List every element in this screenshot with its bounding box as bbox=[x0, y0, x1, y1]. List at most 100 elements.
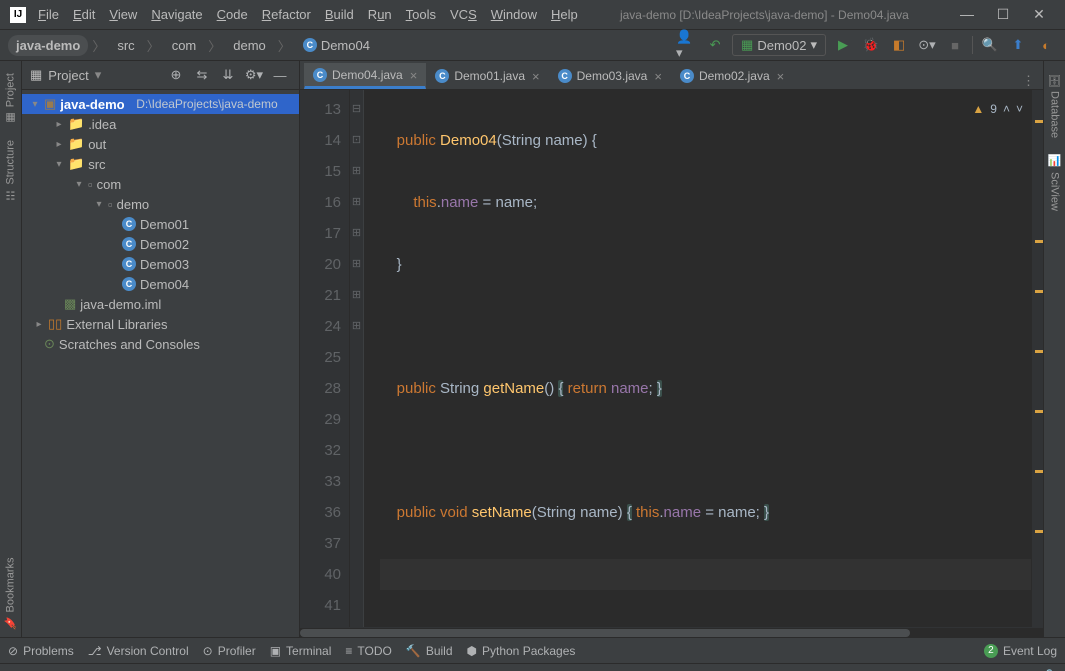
tool-build[interactable]: 🔨Build bbox=[406, 644, 453, 658]
project-panel-icon: ▦ bbox=[30, 67, 42, 83]
tree-file-demo02[interactable]: CDemo02 bbox=[22, 234, 299, 254]
class-icon: C bbox=[303, 38, 317, 52]
tool-problems[interactable]: ⊘Problems bbox=[8, 644, 74, 658]
close-button[interactable]: ✕ bbox=[1025, 6, 1053, 23]
code-editor[interactable]: 13141516 17202124 25282932 33363740 41 ⊟… bbox=[300, 90, 1043, 627]
tree-external-libs[interactable]: ▸▯▯External Libraries bbox=[22, 314, 299, 334]
tab-demo01[interactable]: CDemo01.java× bbox=[426, 63, 548, 89]
bottom-tool-bar: ⊘Problems ⎇Version Control ⊙Profiler ▣Te… bbox=[0, 637, 1065, 663]
select-opened-file-icon[interactable]: ⊕ bbox=[165, 64, 187, 86]
user-icon[interactable]: 👤▾ bbox=[676, 34, 698, 56]
tree-file-demo03[interactable]: CDemo03 bbox=[22, 254, 299, 274]
breadcrumb: java-demo 〉 src 〉 com 〉 demo 〉 CDemo04 bbox=[8, 35, 378, 56]
package-icon: ▫ bbox=[108, 197, 113, 212]
class-icon: C bbox=[313, 68, 327, 82]
debug-button[interactable]: 🐞 bbox=[860, 34, 882, 56]
tree-file-demo04[interactable]: CDemo04 bbox=[22, 274, 299, 294]
expand-all-icon[interactable]: ⇆ bbox=[191, 64, 213, 86]
tree-com[interactable]: ▾▫com bbox=[22, 174, 299, 194]
coverage-icon[interactable]: ◧ bbox=[888, 34, 910, 56]
close-icon[interactable]: × bbox=[410, 68, 418, 83]
chevron-down-icon[interactable]: ˅ bbox=[1016, 94, 1023, 125]
profile-icon[interactable]: ⊙▾ bbox=[916, 34, 938, 56]
tab-demo03[interactable]: CDemo03.java× bbox=[549, 63, 671, 89]
inspection-summary[interactable]: ▲9 ˄˅ bbox=[972, 94, 1023, 125]
class-icon: C bbox=[122, 277, 136, 291]
ide-settings-icon[interactable]: ◐ bbox=[1035, 34, 1057, 56]
code-content[interactable]: public Demo04(String name) { this.name =… bbox=[364, 90, 1031, 627]
breadcrumb-project[interactable]: java-demo bbox=[8, 35, 88, 56]
tool-vcs[interactable]: ⎇Version Control bbox=[88, 644, 189, 658]
main-menu: File Edit View Navigate Code Refactor Bu… bbox=[32, 3, 584, 26]
tree-iml[interactable]: ▩java-demo.iml bbox=[22, 294, 299, 314]
left-tab-structure[interactable]: ☷Structure bbox=[2, 132, 19, 210]
project-view-select[interactable]: ▦Project▾ bbox=[30, 67, 159, 83]
menu-refactor[interactable]: Refactor bbox=[256, 3, 317, 26]
breadcrumb-src[interactable]: src bbox=[109, 35, 142, 56]
class-icon: C bbox=[558, 69, 572, 83]
tree-demo[interactable]: ▾▫demo bbox=[22, 194, 299, 214]
search-icon[interactable]: 🔍 bbox=[979, 34, 1001, 56]
scratch-icon: ⊙ bbox=[44, 336, 55, 352]
tree-idea[interactable]: ▸📁.idea bbox=[22, 114, 299, 134]
tree-scratches[interactable]: ⊙Scratches and Consoles bbox=[22, 334, 299, 354]
right-tab-database[interactable]: 🗄Database bbox=[1046, 65, 1063, 146]
tree-root[interactable]: ▾▣java-demo D:\IdeaProjects\java-demo bbox=[22, 94, 299, 114]
database-icon: 🗄 bbox=[1048, 73, 1061, 87]
tab-demo04[interactable]: CDemo04.java× bbox=[304, 63, 426, 89]
vcs-icon: ⎇ bbox=[88, 644, 102, 658]
error-stripe[interactable] bbox=[1031, 90, 1043, 627]
class-icon: C bbox=[122, 217, 136, 231]
menu-edit[interactable]: Edit bbox=[67, 3, 101, 26]
right-tab-sciview[interactable]: 📊SciView bbox=[1046, 146, 1063, 218]
run-button[interactable]: ▶ bbox=[832, 34, 854, 56]
menu-view[interactable]: View bbox=[103, 3, 143, 26]
tool-todo[interactable]: ≡TODO bbox=[345, 644, 391, 658]
tree-src[interactable]: ▾📁src bbox=[22, 154, 299, 174]
tool-python-packages[interactable]: ⬢Python Packages bbox=[467, 644, 576, 658]
tree-file-demo01[interactable]: CDemo01 bbox=[22, 214, 299, 234]
tool-profiler[interactable]: ⊙Profiler bbox=[203, 644, 256, 658]
status-bar: ⧉ Localized IntelliJ IDEA 2021.3.3 is av… bbox=[0, 663, 1065, 671]
tab-demo02[interactable]: CDemo02.java× bbox=[671, 63, 793, 89]
settings-gear-icon[interactable]: ⚙▾ bbox=[243, 64, 265, 86]
collapse-all-icon[interactable]: ⇊ bbox=[217, 64, 239, 86]
menu-vcs[interactable]: VCS bbox=[444, 3, 483, 26]
tree-out[interactable]: ▸📁out bbox=[22, 134, 299, 154]
tool-event-log[interactable]: 2Event Log bbox=[984, 644, 1057, 658]
run-config-select[interactable]: ▦Demo02▾ bbox=[732, 34, 826, 56]
horizontal-scrollbar[interactable] bbox=[300, 627, 1043, 637]
editor-area: CDemo04.java× CDemo01.java× CDemo03.java… bbox=[300, 61, 1043, 637]
menu-code[interactable]: Code bbox=[211, 3, 254, 26]
left-tab-project[interactable]: ▦Project bbox=[2, 65, 19, 132]
back-arrow-icon[interactable]: ↶ bbox=[704, 34, 726, 56]
menu-build[interactable]: Build bbox=[319, 3, 360, 26]
left-tab-bookmarks[interactable]: 🔖Bookmarks bbox=[2, 549, 19, 637]
close-icon[interactable]: × bbox=[532, 69, 540, 84]
menu-run[interactable]: Run bbox=[362, 3, 398, 26]
project-tree[interactable]: ▾▣java-demo D:\IdeaProjects\java-demo ▸📁… bbox=[22, 90, 299, 637]
menu-window[interactable]: Window bbox=[485, 3, 543, 26]
menu-help[interactable]: Help bbox=[545, 3, 584, 26]
menu-file[interactable]: File bbox=[32, 3, 65, 26]
chevron-up-icon[interactable]: ˄ bbox=[1003, 94, 1010, 125]
fold-gutter[interactable]: ⊟⊡⊞⊞⊞⊞⊞⊞ bbox=[350, 90, 364, 627]
tool-terminal[interactable]: ▣Terminal bbox=[270, 644, 332, 658]
close-icon[interactable]: × bbox=[654, 69, 662, 84]
close-icon[interactable]: × bbox=[777, 69, 785, 84]
stop-button[interactable]: ■ bbox=[944, 34, 966, 56]
folder-icon: 📁 bbox=[68, 116, 84, 132]
minimize-button[interactable]: — bbox=[953, 6, 981, 23]
menu-navigate[interactable]: Navigate bbox=[145, 3, 208, 26]
sync-icon[interactable]: ⬆ bbox=[1007, 34, 1029, 56]
breadcrumb-com[interactable]: com bbox=[164, 35, 205, 56]
tab-list-icon[interactable]: ⋮ bbox=[1014, 73, 1043, 89]
navigation-bar: java-demo 〉 src 〉 com 〉 demo 〉 CDemo04 👤… bbox=[0, 30, 1065, 61]
module-file-icon: ▩ bbox=[64, 296, 76, 312]
maximize-button[interactable]: ☐ bbox=[989, 6, 1017, 23]
menu-tools[interactable]: Tools bbox=[400, 3, 442, 26]
breadcrumb-demo[interactable]: demo bbox=[225, 35, 274, 56]
hide-panel-icon[interactable]: — bbox=[269, 64, 291, 86]
warning-icon: ▲ bbox=[972, 94, 984, 125]
breadcrumb-class[interactable]: CDemo04 bbox=[295, 35, 378, 56]
